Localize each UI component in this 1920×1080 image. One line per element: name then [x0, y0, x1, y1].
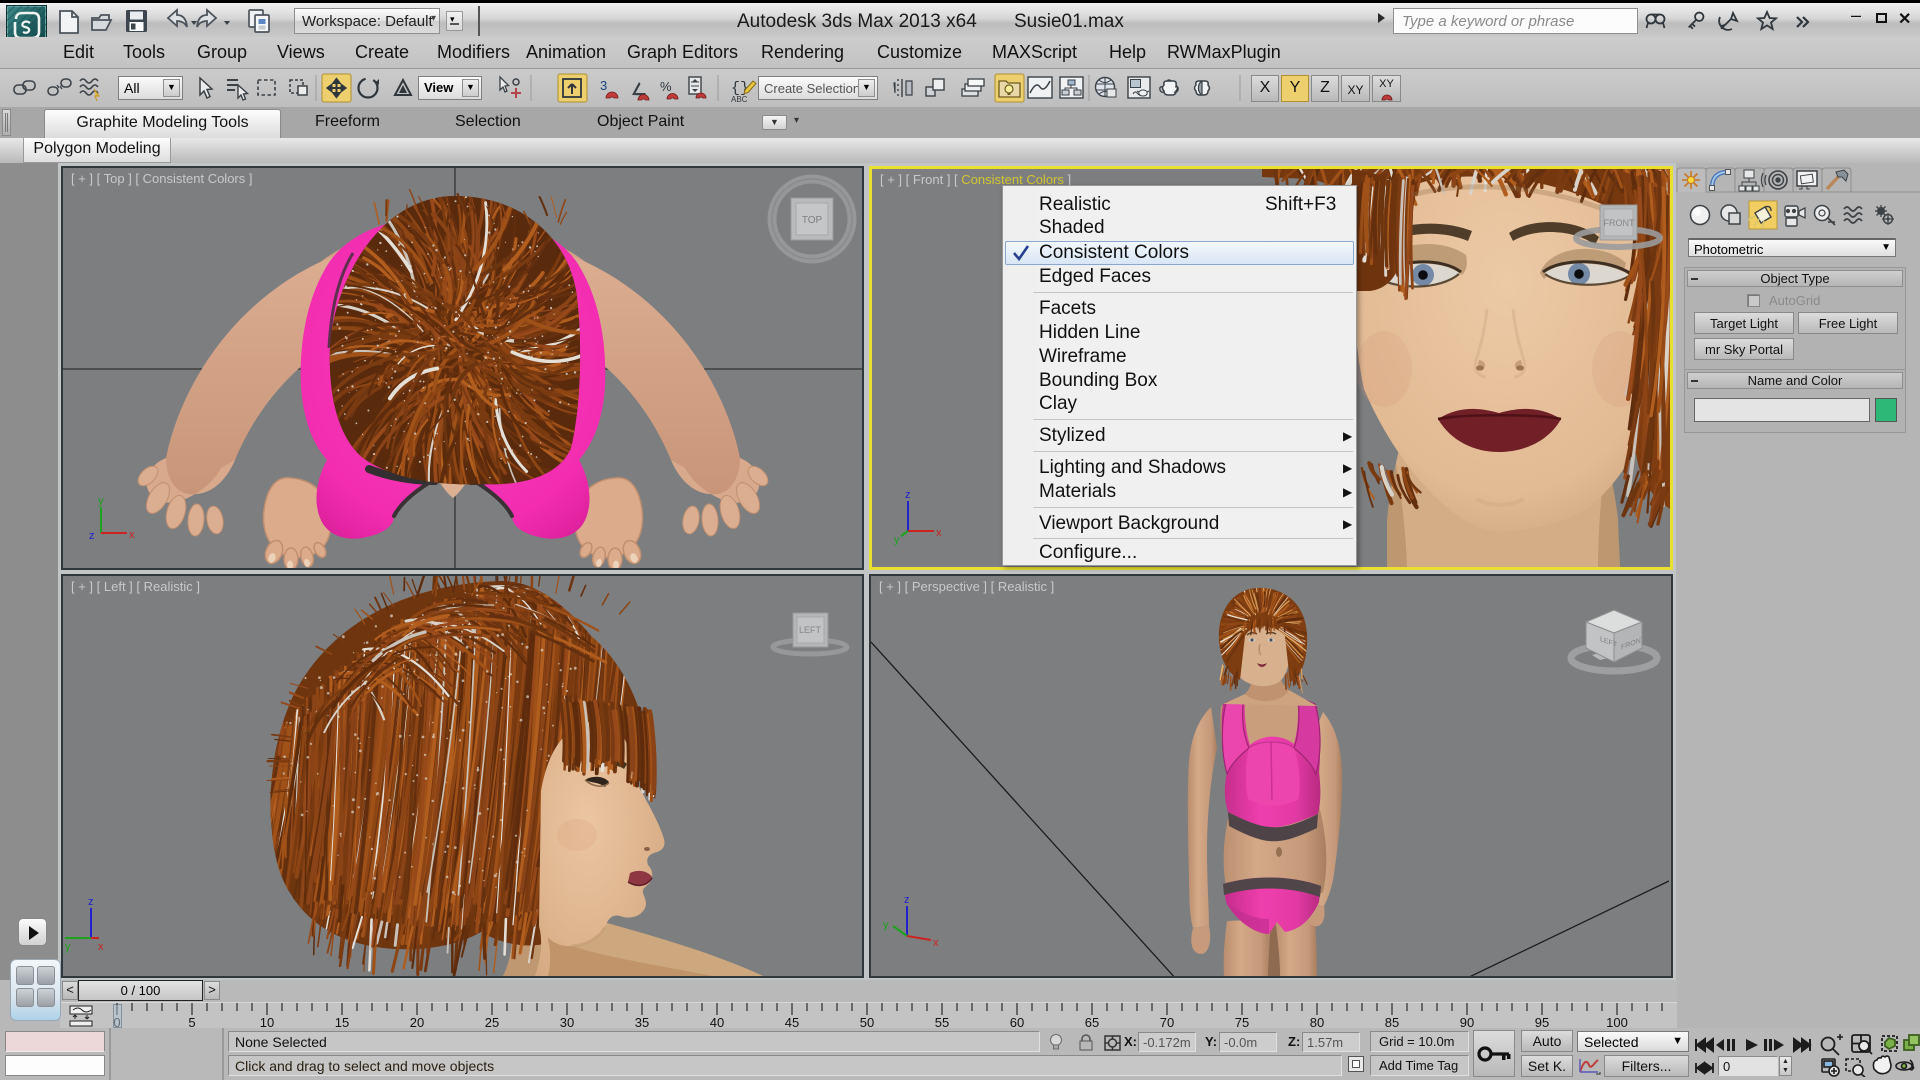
svg-text:25: 25: [485, 1015, 499, 1029]
svg-text:y: y: [98, 495, 104, 507]
svg-text:z: z: [89, 530, 95, 542]
svg-text:100: 100: [1606, 1015, 1628, 1029]
svg-text:40: 40: [710, 1015, 724, 1029]
svg-text:35: 35: [635, 1015, 649, 1029]
svg-text:3: 3: [600, 78, 607, 93]
svg-text:10: 10: [260, 1015, 274, 1029]
svg-text:85: 85: [1385, 1015, 1399, 1029]
svg-text:90: 90: [1460, 1015, 1474, 1029]
svg-text:[ + ] [ Left ] [ Realistic ]: [ + ] [ Left ] [ Realistic ]: [71, 579, 200, 594]
svg-text:y: y: [883, 919, 889, 931]
svg-text:70: 70: [1160, 1015, 1174, 1029]
svg-text:45: 45: [785, 1015, 799, 1029]
svg-text:%: %: [660, 79, 672, 94]
svg-text:95: 95: [1535, 1015, 1549, 1029]
svg-text:x: x: [933, 937, 939, 949]
svg-text:z: z: [88, 896, 94, 908]
svg-text:x: x: [129, 529, 135, 541]
svg-text:FRONT: FRONT: [1604, 218, 1635, 228]
svg-text:y: y: [65, 941, 71, 953]
svg-text:z: z: [904, 894, 910, 906]
svg-text:x: x: [936, 527, 942, 539]
svg-text:15: 15: [335, 1015, 349, 1029]
svg-text:30: 30: [560, 1015, 574, 1029]
svg-text:z: z: [905, 489, 911, 501]
svg-text:20: 20: [410, 1015, 424, 1029]
svg-text:5: 5: [188, 1015, 195, 1029]
svg-text:[ + ] [ Top ] [ Consistent Col: [ + ] [ Top ] [ Consistent Colors ]: [71, 171, 252, 186]
svg-text:TOP: TOP: [802, 215, 823, 226]
svg-text:x: x: [98, 941, 104, 953]
svg-text:50: 50: [860, 1015, 874, 1029]
svg-text:80: 80: [1310, 1015, 1324, 1029]
svg-text:65: 65: [1085, 1015, 1099, 1029]
svg-text:75: 75: [1235, 1015, 1249, 1029]
svg-text:60: 60: [1010, 1015, 1024, 1029]
svg-text:LEFT: LEFT: [799, 625, 822, 635]
svg-text:ABC: ABC: [731, 95, 748, 104]
svg-text:y: y: [894, 534, 900, 546]
svg-text:[ + ] [ Perspective ] [ Realis: [ + ] [ Perspective ] [ Realistic ]: [879, 579, 1054, 594]
svg-text:55: 55: [935, 1015, 949, 1029]
